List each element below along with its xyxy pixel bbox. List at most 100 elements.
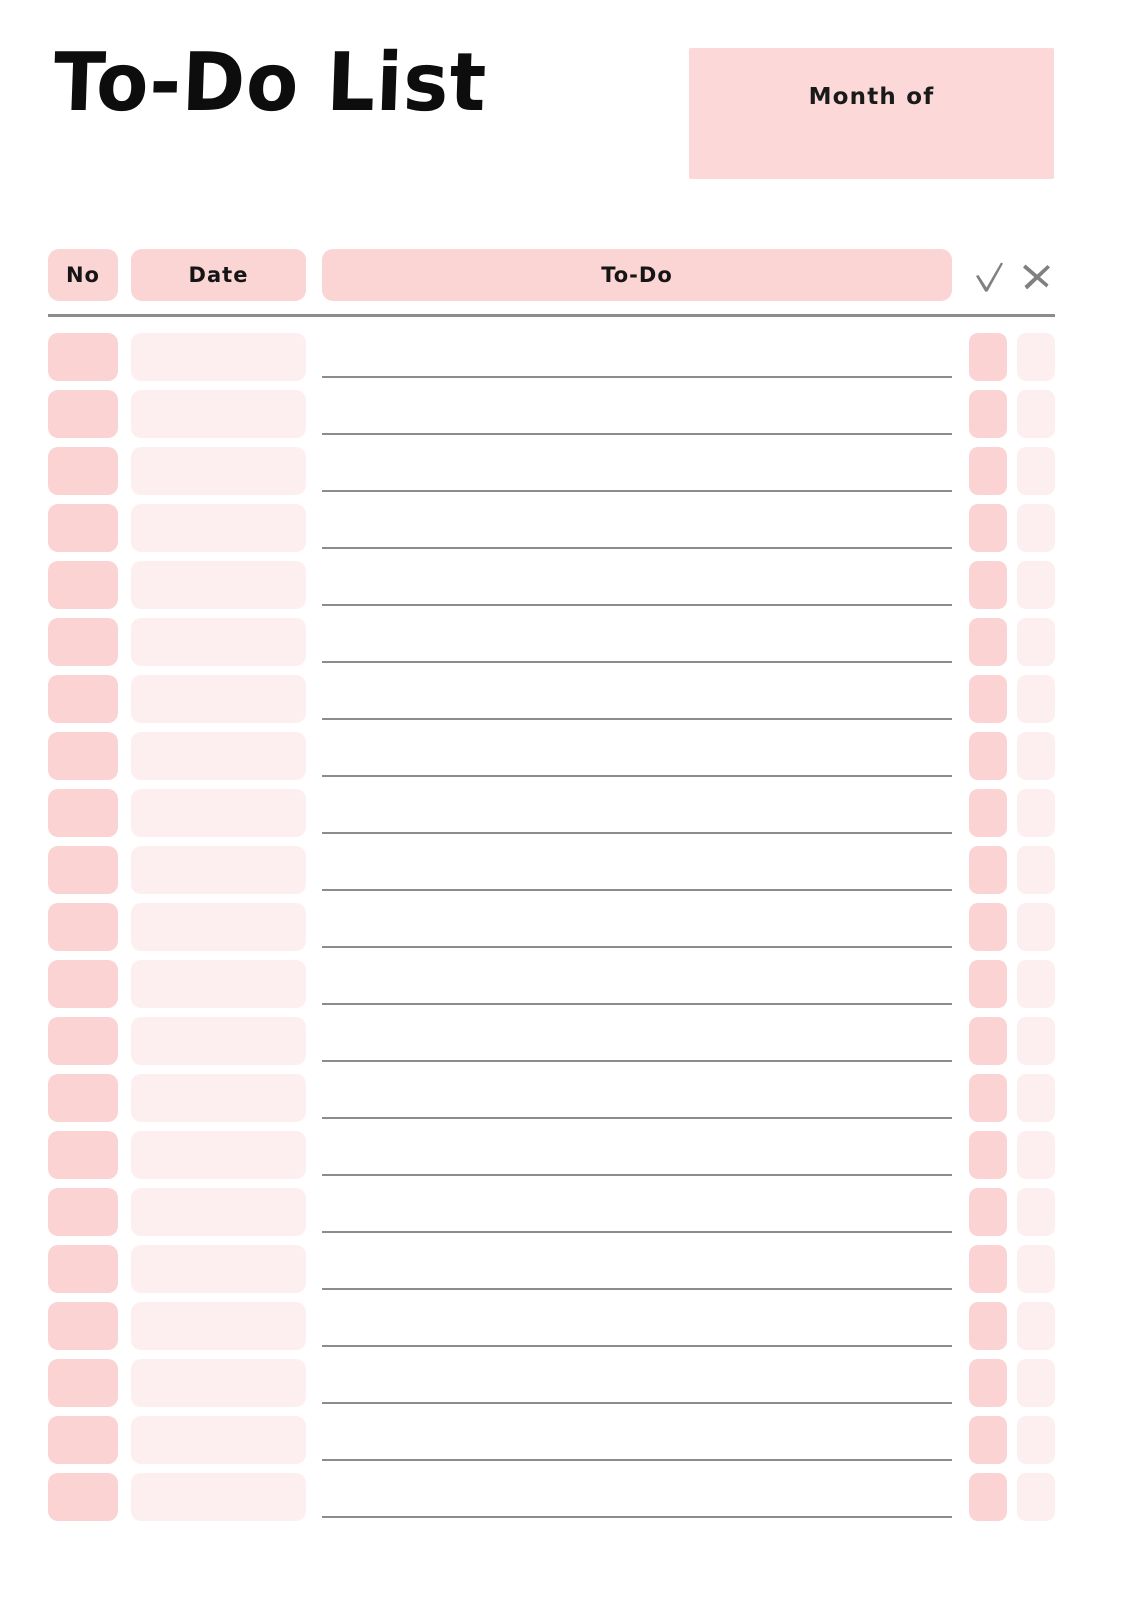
row-done-checkbox[interactable]: [969, 1074, 1007, 1122]
row-date-field[interactable]: [131, 390, 306, 438]
row-todo-writing-line[interactable]: [322, 547, 952, 549]
row-undone-checkbox[interactable]: [1017, 447, 1055, 495]
row-done-checkbox[interactable]: [969, 903, 1007, 951]
row-date-field[interactable]: [131, 333, 306, 381]
row-no-field[interactable]: [48, 846, 118, 894]
row-undone-checkbox[interactable]: [1017, 1074, 1055, 1122]
row-no-field[interactable]: [48, 1473, 118, 1521]
row-done-checkbox[interactable]: [969, 675, 1007, 723]
row-no-field[interactable]: [48, 1245, 118, 1293]
row-todo-writing-line[interactable]: [322, 775, 952, 777]
row-no-field[interactable]: [48, 960, 118, 1008]
row-todo-writing-line[interactable]: [322, 946, 952, 948]
row-undone-checkbox[interactable]: [1017, 1302, 1055, 1350]
row-todo-writing-line[interactable]: [322, 718, 952, 720]
row-undone-checkbox[interactable]: [1017, 1245, 1055, 1293]
row-date-field[interactable]: [131, 618, 306, 666]
row-undone-checkbox[interactable]: [1017, 561, 1055, 609]
row-undone-checkbox[interactable]: [1017, 1188, 1055, 1236]
row-todo-writing-line[interactable]: [322, 832, 952, 834]
row-done-checkbox[interactable]: [969, 390, 1007, 438]
row-date-field[interactable]: [131, 504, 306, 552]
row-undone-checkbox[interactable]: [1017, 333, 1055, 381]
row-date-field[interactable]: [131, 447, 306, 495]
row-date-field[interactable]: [131, 1188, 306, 1236]
row-done-checkbox[interactable]: [969, 732, 1007, 780]
row-done-checkbox[interactable]: [969, 333, 1007, 381]
row-todo-writing-line[interactable]: [322, 1402, 952, 1404]
row-todo-writing-line[interactable]: [322, 1516, 952, 1518]
row-date-field[interactable]: [131, 789, 306, 837]
row-done-checkbox[interactable]: [969, 846, 1007, 894]
row-date-field[interactable]: [131, 1473, 306, 1521]
row-no-field[interactable]: [48, 732, 118, 780]
row-date-field[interactable]: [131, 1245, 306, 1293]
row-date-field[interactable]: [131, 675, 306, 723]
row-no-field[interactable]: [48, 618, 118, 666]
row-undone-checkbox[interactable]: [1017, 903, 1055, 951]
row-done-checkbox[interactable]: [969, 789, 1007, 837]
row-done-checkbox[interactable]: [969, 561, 1007, 609]
row-undone-checkbox[interactable]: [1017, 504, 1055, 552]
row-undone-checkbox[interactable]: [1017, 390, 1055, 438]
row-todo-writing-line[interactable]: [322, 604, 952, 606]
row-no-field[interactable]: [48, 1359, 118, 1407]
row-undone-checkbox[interactable]: [1017, 1017, 1055, 1065]
row-todo-writing-line[interactable]: [322, 1459, 952, 1461]
row-done-checkbox[interactable]: [969, 1188, 1007, 1236]
row-date-field[interactable]: [131, 1074, 306, 1122]
row-date-field[interactable]: [131, 1359, 306, 1407]
row-done-checkbox[interactable]: [969, 1017, 1007, 1065]
row-date-field[interactable]: [131, 1131, 306, 1179]
row-date-field[interactable]: [131, 846, 306, 894]
row-no-field[interactable]: [48, 504, 118, 552]
row-done-checkbox[interactable]: [969, 1473, 1007, 1521]
row-undone-checkbox[interactable]: [1017, 960, 1055, 1008]
row-todo-writing-line[interactable]: [322, 1060, 952, 1062]
row-todo-writing-line[interactable]: [322, 1003, 952, 1005]
row-undone-checkbox[interactable]: [1017, 846, 1055, 894]
row-done-checkbox[interactable]: [969, 1359, 1007, 1407]
row-no-field[interactable]: [48, 447, 118, 495]
row-date-field[interactable]: [131, 960, 306, 1008]
row-done-checkbox[interactable]: [969, 1245, 1007, 1293]
row-done-checkbox[interactable]: [969, 618, 1007, 666]
row-todo-writing-line[interactable]: [322, 433, 952, 435]
row-todo-writing-line[interactable]: [322, 1174, 952, 1176]
month-of-field[interactable]: Month of: [689, 48, 1054, 179]
row-no-field[interactable]: [48, 561, 118, 609]
row-no-field[interactable]: [48, 1302, 118, 1350]
row-date-field[interactable]: [131, 903, 306, 951]
row-undone-checkbox[interactable]: [1017, 789, 1055, 837]
row-done-checkbox[interactable]: [969, 504, 1007, 552]
row-done-checkbox[interactable]: [969, 447, 1007, 495]
row-no-field[interactable]: [48, 1017, 118, 1065]
row-todo-writing-line[interactable]: [322, 490, 952, 492]
row-no-field[interactable]: [48, 675, 118, 723]
row-done-checkbox[interactable]: [969, 1416, 1007, 1464]
row-done-checkbox[interactable]: [969, 960, 1007, 1008]
row-todo-writing-line[interactable]: [322, 889, 952, 891]
row-undone-checkbox[interactable]: [1017, 618, 1055, 666]
row-date-field[interactable]: [131, 561, 306, 609]
row-todo-writing-line[interactable]: [322, 1288, 952, 1290]
row-todo-writing-line[interactable]: [322, 1231, 952, 1233]
row-todo-writing-line[interactable]: [322, 661, 952, 663]
row-no-field[interactable]: [48, 1416, 118, 1464]
row-date-field[interactable]: [131, 1302, 306, 1350]
row-no-field[interactable]: [48, 390, 118, 438]
row-undone-checkbox[interactable]: [1017, 1416, 1055, 1464]
row-no-field[interactable]: [48, 1188, 118, 1236]
row-no-field[interactable]: [48, 1131, 118, 1179]
row-no-field[interactable]: [48, 1074, 118, 1122]
row-no-field[interactable]: [48, 903, 118, 951]
row-done-checkbox[interactable]: [969, 1302, 1007, 1350]
row-date-field[interactable]: [131, 732, 306, 780]
row-todo-writing-line[interactable]: [322, 1117, 952, 1119]
row-undone-checkbox[interactable]: [1017, 732, 1055, 780]
row-undone-checkbox[interactable]: [1017, 1473, 1055, 1521]
row-no-field[interactable]: [48, 789, 118, 837]
row-date-field[interactable]: [131, 1416, 306, 1464]
row-undone-checkbox[interactable]: [1017, 1359, 1055, 1407]
row-todo-writing-line[interactable]: [322, 1345, 952, 1347]
